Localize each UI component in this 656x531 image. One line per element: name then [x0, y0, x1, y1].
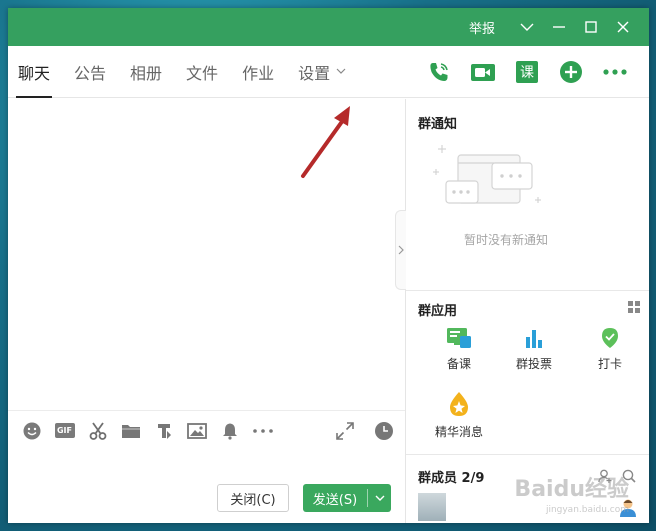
app-group-vote[interactable]: 群投票 — [499, 327, 569, 372]
image-button[interactable] — [180, 411, 213, 451]
emoji-button[interactable] — [15, 411, 48, 451]
avatar[interactable] — [418, 493, 446, 521]
location-pin-icon — [602, 328, 618, 348]
input-toolbar: GIF — [8, 410, 405, 450]
chevron-right-icon — [398, 245, 404, 255]
app-essence-messages[interactable]: 精华消息 — [424, 391, 494, 440]
voice-call-button[interactable] — [417, 46, 461, 98]
doc-button[interactable] — [147, 411, 180, 451]
minimize-button[interactable] — [543, 8, 575, 46]
video-camera-icon — [471, 63, 495, 81]
tab-bar: 聊天 公告 相册 文件 作业 设置 课 — [8, 46, 649, 98]
history-button[interactable] — [374, 411, 394, 451]
send-options-dropdown[interactable] — [368, 495, 391, 502]
tab-announcement[interactable]: 公告 — [74, 46, 106, 98]
minimize-icon — [553, 26, 565, 28]
qq-group-chat-window: 举报 聊天 公告 相册 文件 作业 设置 课 GIF 关闭(C) 发送(S) 群… — [8, 8, 649, 523]
close-button[interactable]: 关闭(C) — [217, 484, 289, 512]
plus-circle-icon — [560, 60, 582, 83]
apps-title: 群应用 — [418, 304, 458, 319]
video-call-button[interactable] — [461, 46, 505, 98]
clock-icon — [375, 422, 393, 440]
grid-icon[interactable] — [628, 301, 640, 313]
tab-homework[interactable]: 作业 — [242, 46, 274, 98]
maximize-button[interactable] — [575, 8, 607, 46]
chevron-down-icon — [520, 23, 534, 31]
add-button[interactable] — [549, 46, 593, 98]
gif-icon: GIF — [54, 423, 75, 438]
lesson-prep-icon — [447, 328, 471, 348]
image-icon — [186, 422, 207, 439]
bell-icon — [222, 423, 237, 440]
gif-button[interactable]: GIF — [48, 411, 81, 451]
close-window-button[interactable] — [607, 8, 639, 46]
screenshot-button[interactable] — [81, 411, 114, 451]
send-button[interactable]: 发送(S) — [303, 484, 391, 512]
tab-chat[interactable]: 聊天 — [15, 46, 53, 98]
course-button[interactable]: 课 — [505, 46, 549, 98]
group-side-panel: 群通知 暂时没有新通知 群应用 备课 群投票 打卡 精华消息 群成员 2/9 B… — [406, 99, 649, 523]
empty-notice-illustration — [433, 145, 541, 204]
folder-button[interactable] — [114, 411, 147, 451]
dropdown-button[interactable] — [511, 8, 543, 46]
course-icon: 课 — [516, 60, 538, 83]
bar-chart-icon — [526, 330, 542, 348]
tab-settings[interactable]: 设置 — [298, 46, 346, 98]
emoji-icon — [23, 422, 40, 439]
baidu-watermark: Baidu经验 jingyan.baidu.com — [514, 477, 629, 515]
close-icon — [617, 21, 629, 33]
collapse-panel-handle[interactable] — [395, 210, 406, 290]
notice-title: 群通知 — [418, 117, 458, 132]
members-title: 群成员 2/9 — [418, 471, 485, 486]
chat-message-area[interactable] — [8, 99, 405, 410]
more-tools-button[interactable] — [246, 411, 279, 451]
chevron-down-icon — [336, 68, 346, 74]
tab-album[interactable]: 相册 — [130, 46, 162, 98]
scissors-icon — [89, 421, 106, 440]
tab-files[interactable]: 文件 — [186, 46, 218, 98]
app-check-in[interactable]: 打卡 — [575, 327, 645, 372]
more-dots-icon — [252, 428, 273, 433]
chevron-down-icon — [375, 495, 384, 501]
flame-drop-icon — [450, 392, 468, 416]
maximize-icon — [585, 21, 597, 33]
empty-notice-text: 暂时没有新通知 — [463, 233, 548, 247]
report-link[interactable]: 举报 — [469, 18, 495, 37]
expand-icon — [336, 422, 354, 440]
more-dots-icon — [603, 68, 627, 75]
document-icon — [157, 423, 171, 439]
expand-button[interactable] — [336, 411, 354, 451]
title-bar: 举报 — [8, 8, 649, 46]
more-button[interactable] — [593, 46, 637, 98]
reminder-button[interactable] — [213, 411, 246, 451]
folder-icon — [121, 424, 140, 438]
phone-icon — [430, 62, 448, 81]
app-lesson-prep[interactable]: 备课 — [424, 327, 494, 372]
